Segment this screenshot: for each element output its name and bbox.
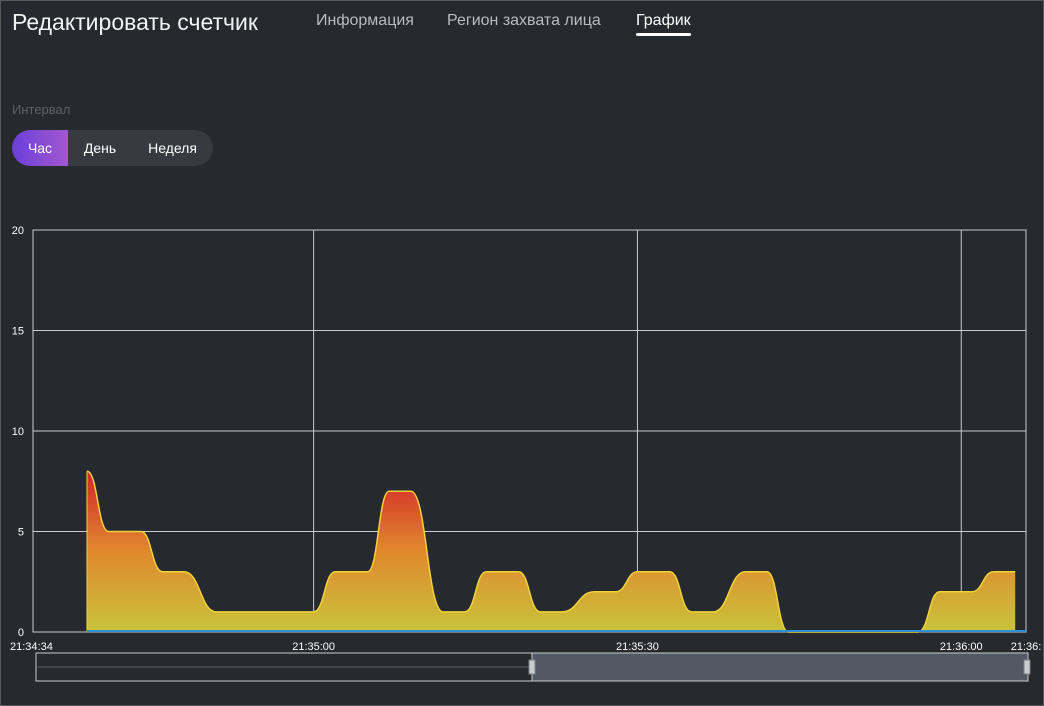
x-tick-label: 21:34:34 (10, 641, 53, 653)
chart-series (86, 470, 1026, 633)
interval-week-button[interactable]: Неделя (132, 130, 213, 166)
y-tick-label: 0 (18, 627, 24, 639)
header: Редактировать счетчик Информация Регион … (0, 0, 1044, 50)
tab-chart[interactable]: График (636, 12, 691, 36)
series-line (86, 470, 1016, 633)
x-tick-label: 21:36:00 (940, 641, 983, 653)
y-tick-label: 5 (18, 527, 24, 539)
interval-label: Интервал (12, 102, 71, 117)
interval-hour-button[interactable]: Час (12, 130, 68, 166)
navigator-left-handle[interactable] (528, 659, 536, 675)
range-navigator[interactable] (35, 652, 1031, 682)
y-tick-label: 20 (12, 225, 24, 237)
y-tick-label: 15 (12, 326, 24, 338)
tab-info[interactable]: Информация (316, 12, 414, 30)
page-title: Редактировать счетчик (12, 9, 258, 35)
y-axis: 0 5 10 15 20 (12, 225, 24, 639)
y-tick-label: 10 (12, 426, 24, 438)
x-tick-label: 21:35:00 (292, 641, 335, 653)
tab-face-region[interactable]: Регион захвата лица (447, 12, 601, 30)
interval-selector: Час День Неделя (12, 130, 213, 166)
x-axis: 21:34:34 21:35:00 21:35:30 21:36:00 21:36: (10, 641, 1041, 653)
x-tick-label: 21:36: (1011, 641, 1042, 653)
interval-day-button[interactable]: День (68, 130, 132, 166)
navigator-right-handle[interactable] (1023, 659, 1031, 675)
series-area (86, 471, 1016, 632)
navigator-selection (531, 652, 1029, 682)
x-tick-label: 21:35:30 (616, 641, 659, 653)
area-chart: 05101520 21:34:34 21:35:00 21:35:30 21:36:0… (10, 225, 1041, 682)
